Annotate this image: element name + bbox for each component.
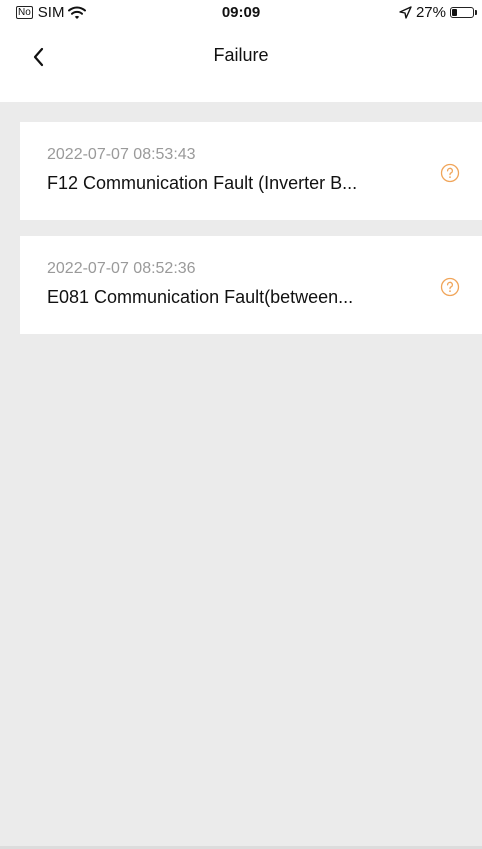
status-right: 27% — [399, 4, 477, 21]
failure-time: 2022-07-07 08:53:43 — [47, 146, 196, 163]
help-circle-icon[interactable] — [440, 277, 460, 297]
help-circle-icon[interactable] — [440, 163, 460, 183]
nav-bar: Failure — [0, 30, 482, 82]
battery-icon — [450, 7, 477, 18]
failure-item[interactable]: 2022-07-07 08:52:36 E081 Communication F… — [20, 236, 482, 334]
battery-level — [452, 9, 457, 16]
status-bar: No SIM 09:09 27% — [0, 0, 482, 30]
page-title: Failure — [213, 45, 269, 65]
phone-screen: No SIM 09:09 27% Failure 2022-07-07 08:5… — [0, 0, 482, 849]
failure-item[interactable]: 2022-07-07 08:53:43 F12 Communication Fa… — [20, 122, 482, 220]
failure-title: E081 Communication Fault(between... — [47, 287, 354, 307]
header-area: No SIM 09:09 27% Failure — [0, 0, 482, 102]
failure-time: 2022-07-07 08:52:36 — [47, 260, 196, 277]
battery-percent: 27% — [415, 4, 446, 21]
failure-list: 2022-07-07 08:53:43 F12 Communication Fa… — [20, 122, 482, 350]
failure-title: F12 Communication Fault (Inverter B... — [47, 173, 358, 193]
location-arrow-icon — [399, 6, 412, 19]
